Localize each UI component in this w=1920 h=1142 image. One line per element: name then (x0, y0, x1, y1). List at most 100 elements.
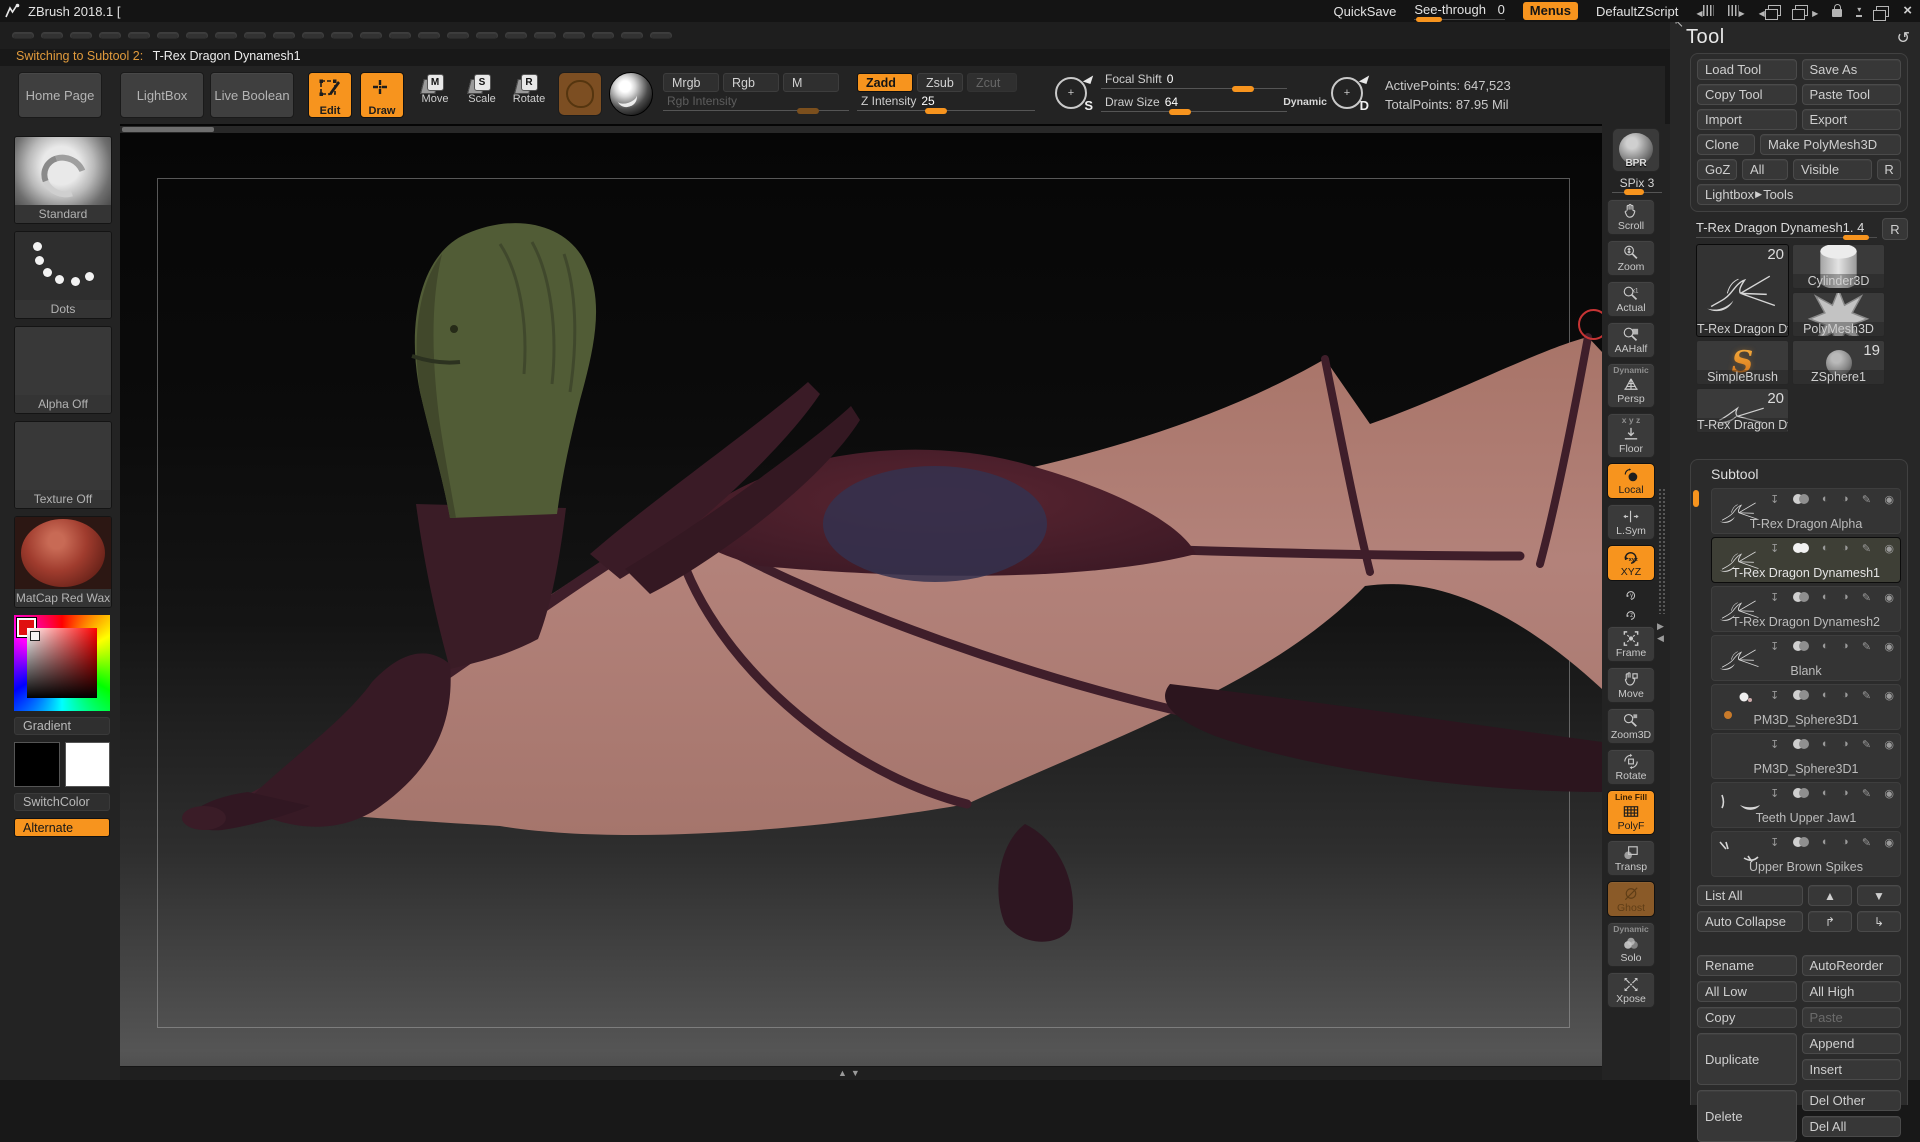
tool-name-handle[interactable] (1843, 235, 1869, 240)
menu-item[interactable] (99, 32, 121, 39)
autoreorder-button[interactable]: AutoReorder (1802, 955, 1902, 976)
rear-foot[interactable] (998, 824, 1073, 942)
strip-button[interactable]: x1 Actual (1607, 281, 1655, 317)
tool-thumbnail[interactable]: PolyMesh3D (1792, 292, 1885, 337)
gradient-button[interactable]: Gradient (14, 717, 110, 735)
strip-button[interactable]: Zoom (1607, 240, 1655, 276)
strip-button[interactable]: AAHalf (1607, 322, 1655, 358)
shade-icon[interactable]: ◐ (1822, 640, 1829, 652)
collapse-right-icon[interactable]: ◀ (1657, 634, 1664, 643)
color-selector-handle[interactable] (30, 631, 40, 641)
dock-left-icon[interactable]: ◀ (1759, 4, 1782, 19)
eye-visibility-icon[interactable]: ◉ (1884, 836, 1894, 849)
strip-button[interactable]: Transp (1607, 840, 1655, 876)
focal-shift-handle[interactable] (1232, 86, 1254, 92)
shade-icon[interactable]: ◐ (1822, 836, 1829, 848)
edit-mode-button[interactable]: Edit (308, 72, 352, 118)
strip-button[interactable]: Frame (1607, 626, 1655, 662)
rgb-intensity-track[interactable] (663, 110, 849, 111)
menu-item[interactable] (592, 32, 614, 39)
menu-item[interactable] (186, 32, 208, 39)
auto-collapse-button[interactable]: Auto Collapse (1697, 911, 1803, 932)
zcut-button[interactable]: Zcut (967, 73, 1017, 92)
tool-action-button[interactable]: Load Tool (1697, 59, 1797, 80)
z-intensity-handle[interactable] (925, 108, 947, 114)
half-shade-icon[interactable]: ◑ (1842, 787, 1849, 799)
right-edge-scroll-strip[interactable] (1658, 488, 1666, 614)
current-material-thumbnail[interactable] (609, 72, 653, 116)
subtool-up-button[interactable]: ▲ (1808, 885, 1852, 906)
strip-button[interactable]: Zoom3D (1607, 708, 1655, 744)
tool-action-button[interactable]: Paste Tool (1802, 84, 1902, 105)
eye-visibility-icon[interactable]: ◉ (1884, 640, 1894, 653)
half-shade-icon[interactable]: ◑ (1842, 591, 1849, 603)
mrgb-button[interactable]: Mrgb (663, 73, 719, 92)
shade-icon[interactable]: ◐ (1822, 542, 1829, 554)
shade-icon[interactable]: ◐ (1822, 787, 1829, 799)
strip-button[interactable]: xyz XYZ (1607, 545, 1655, 581)
trex-dragon-model[interactable] (120, 124, 1602, 1080)
strip-button[interactable]: Dynamic Solo (1607, 922, 1655, 967)
palette-thumbnail[interactable]: Texture Off (14, 421, 112, 509)
shade-icon[interactable]: ◐ (1822, 591, 1829, 603)
list-all-button[interactable]: List All (1697, 885, 1803, 906)
minimize-button[interactable]: ▾ (1856, 6, 1862, 17)
shrink-right-icon[interactable]: ▶ (1728, 4, 1745, 19)
subtool-scroll-indicator[interactable] (1693, 490, 1699, 507)
menu-item[interactable] (360, 32, 382, 39)
strip-button[interactable]: z (1607, 606, 1655, 625)
polypaint-icon[interactable] (1793, 592, 1809, 602)
move-mode-button[interactable]: M Move (418, 74, 452, 105)
menu-item[interactable] (389, 32, 411, 39)
menu-item[interactable] (650, 32, 672, 39)
goz-visible-button[interactable]: Visible (1793, 159, 1872, 180)
menu-item[interactable] (70, 32, 92, 39)
flatten-arrow-icon[interactable]: ↧ (1770, 591, 1779, 604)
brush-icon[interactable]: ✎ (1862, 836, 1871, 849)
palette-reset-icon[interactable]: ↺ (1897, 28, 1910, 48)
eye-visibility-icon[interactable]: ◉ (1884, 738, 1894, 751)
draw-size-slider[interactable]: Draw Size64 Dynamic (1101, 98, 1327, 112)
strip-button[interactable]: Scroll (1607, 199, 1655, 235)
timeline-arrows[interactable]: ▲▼ (838, 1068, 864, 1078)
strip-button[interactable]: Rotate (1607, 749, 1655, 785)
all-high-button[interactable]: All High (1802, 981, 1902, 1002)
paste-subtool-button[interactable]: Paste (1802, 1007, 1902, 1028)
brush-icon[interactable]: ✎ (1862, 787, 1871, 800)
palette-thumbnail[interactable]: MatCap Red Wax (14, 516, 112, 608)
polypaint-icon[interactable] (1793, 543, 1809, 553)
flatten-arrow-icon[interactable]: ↧ (1770, 836, 1779, 849)
strip-button[interactable]: Local (1607, 463, 1655, 499)
draw-size-track[interactable] (1101, 111, 1287, 112)
alternate-button[interactable]: Alternate (14, 818, 110, 837)
dock-right-icon[interactable]: ▶ (1795, 4, 1818, 19)
shade-icon[interactable]: ◐ (1822, 493, 1829, 505)
main-color-swatch[interactable] (14, 742, 60, 787)
append-button[interactable]: Append (1802, 1033, 1902, 1054)
polypaint-icon[interactable] (1793, 641, 1809, 651)
quicksave-button[interactable]: QuickSave (1334, 4, 1397, 19)
menu-item[interactable] (418, 32, 440, 39)
menu-item[interactable] (476, 32, 498, 39)
half-shade-icon[interactable]: ◑ (1842, 493, 1849, 505)
flatten-arrow-icon[interactable]: ↧ (1770, 689, 1779, 702)
see-through-slider[interactable]: See-through 0 (1414, 2, 1504, 20)
secondary-color-swatch[interactable] (65, 742, 111, 787)
current-tool-name-slider[interactable]: T-Rex Dragon Dynamesh1. 4 (1696, 220, 1877, 240)
switchcolor-button[interactable]: SwitchColor (14, 793, 110, 811)
polypaint-icon[interactable] (1793, 690, 1809, 700)
tool-thumbnail[interactable]: 20 T-Rex Dragon Dy (1696, 244, 1789, 337)
menu-item[interactable] (12, 32, 34, 39)
menu-item[interactable] (273, 32, 295, 39)
strip-button[interactable]: Dynamic Persp (1607, 363, 1655, 408)
menu-item[interactable] (244, 32, 266, 39)
rotate-mode-button[interactable]: R Rotate (512, 74, 546, 105)
tail[interactable] (1165, 684, 1602, 792)
move-down-hierarchy-button[interactable]: ↳ (1857, 911, 1901, 932)
strip-button[interactable]: x y z Floor (1607, 413, 1655, 458)
duplicate-button[interactable]: Duplicate (1697, 1033, 1797, 1085)
shrink-left-icon[interactable]: ◀ (1696, 4, 1713, 19)
subtool-item[interactable]: ↧ ◐ ◑ ✎ ◉ T-Rex Dragon Alpha (1711, 488, 1901, 534)
zadd-button[interactable]: Zadd (857, 73, 913, 92)
menus-toggle-button[interactable]: Menus (1523, 2, 1578, 20)
